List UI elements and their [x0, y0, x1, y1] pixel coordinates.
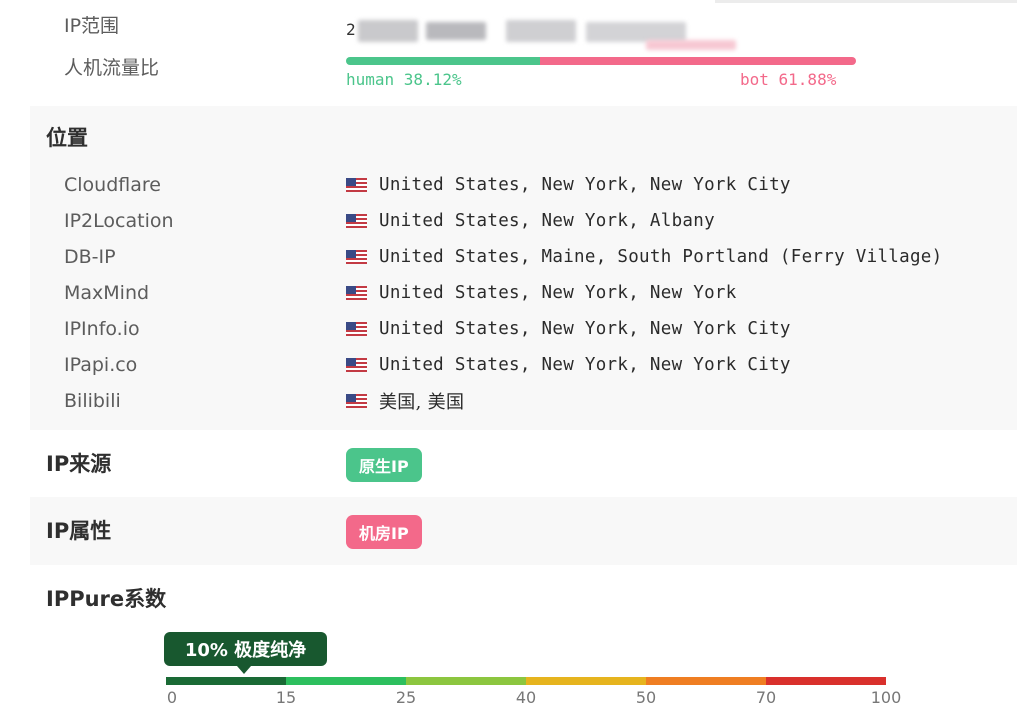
human-segment — [346, 57, 541, 65]
location-text: United States, New York, New York City — [379, 319, 791, 339]
us-flag-icon — [346, 322, 367, 336]
ip-source-heading: IP来源 — [46, 452, 112, 476]
ip-redaction — [646, 40, 736, 50]
ip-attribute-heading: IP属性 — [46, 519, 112, 543]
us-flag-icon — [346, 250, 367, 264]
scale-tick-label: 100 — [870, 688, 902, 707]
scale-segment — [646, 677, 766, 685]
location-text: 美国, 美国 — [379, 392, 465, 413]
us-flag-icon — [346, 358, 367, 372]
purity-scale-bar — [166, 677, 886, 685]
location-text: United States, New York, Albany — [379, 211, 715, 231]
scale-segment — [766, 677, 886, 685]
scale-tick-label: 50 — [635, 688, 657, 707]
source-name: DB-IP — [64, 246, 116, 268]
ip-attribute-section — [30, 497, 1017, 565]
ip-range-value: 2 — [346, 14, 746, 54]
location-text: United States, Maine, South Portland (Fe… — [379, 247, 943, 267]
location-value: United States, New York, Albany — [346, 210, 715, 232]
source-name: IP2Location — [64, 210, 174, 232]
native-ip-badge: 原生IP — [346, 448, 422, 482]
us-flag-icon — [346, 394, 367, 408]
location-value: United States, New York, New York City — [346, 354, 791, 376]
scale-tick-label: 0 — [166, 688, 178, 707]
location-value: 美国, 美国 — [346, 390, 465, 413]
ip-range-label: IP范围 — [64, 15, 120, 37]
scale-segment — [526, 677, 646, 685]
purity-pointer — [237, 666, 251, 674]
scale-tick-label: 25 — [395, 688, 417, 707]
source-name: MaxMind — [64, 282, 150, 304]
traffic-ratio-label: 人机流量比 — [64, 57, 160, 79]
location-text: United States, New York, New York City — [379, 175, 791, 195]
scale-tick-label: 40 — [515, 688, 537, 707]
source-name: IPapi.co — [64, 354, 138, 376]
location-section — [30, 106, 1017, 430]
datacenter-ip-badge: 机房IP — [346, 515, 422, 549]
us-flag-icon — [346, 178, 367, 192]
scale-segment — [166, 677, 286, 685]
source-name: Bilibili — [64, 390, 121, 412]
location-value: United States, New York, New York — [346, 282, 737, 304]
scale-segment — [286, 677, 406, 685]
ip-range-prefix: 2 — [346, 20, 356, 39]
scale-tick-label: 15 — [275, 688, 297, 707]
ip-redaction — [426, 22, 486, 40]
ip-redaction — [506, 20, 576, 42]
purity-heading: IPPure系数 — [46, 587, 167, 611]
location-value: United States, New York, New York City — [346, 174, 791, 196]
location-text: United States, New York, New York — [379, 283, 737, 303]
source-name: Cloudflare — [64, 174, 161, 196]
purity-tooltip: 10% 极度纯净 — [164, 632, 327, 666]
source-name: IPInfo.io — [64, 318, 140, 340]
traffic-ratio-bar — [346, 57, 856, 65]
ip-redaction — [358, 20, 418, 42]
human-percent: human 38.12% — [346, 70, 462, 89]
top-divider — [715, 0, 1017, 3]
location-value: United States, New York, New York City — [346, 318, 791, 340]
bot-percent: bot 61.88% — [740, 70, 837, 89]
location-value: United States, Maine, South Portland (Fe… — [346, 246, 942, 268]
scale-segment — [406, 677, 526, 685]
scale-tick-label: 70 — [755, 688, 777, 707]
us-flag-icon — [346, 214, 367, 228]
location-text: United States, New York, New York City — [379, 355, 791, 375]
us-flag-icon — [346, 286, 367, 300]
location-heading: 位置 — [46, 126, 88, 150]
ip-redaction — [586, 22, 686, 42]
bot-segment — [540, 57, 856, 65]
